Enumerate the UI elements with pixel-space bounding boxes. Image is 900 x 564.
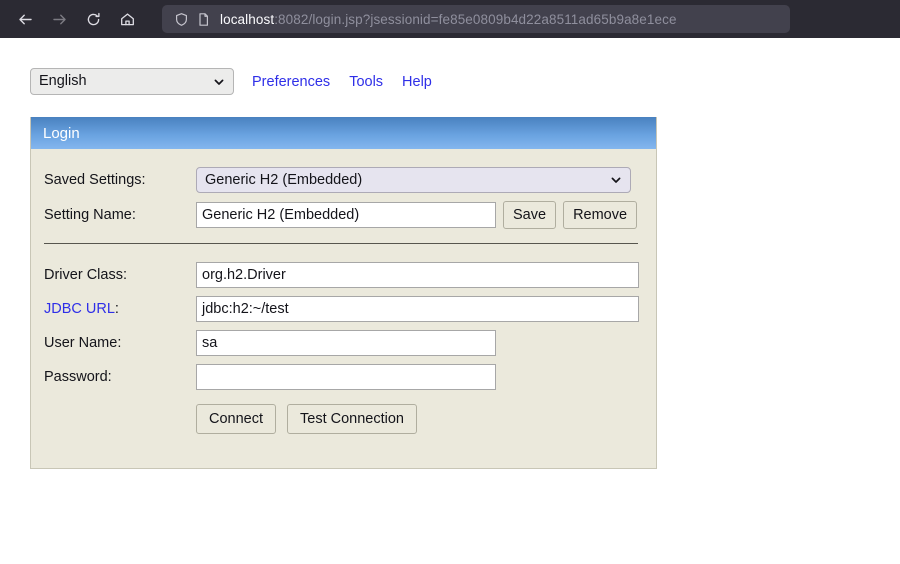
- jdbc-url-input[interactable]: jdbc:h2:~/test: [196, 296, 639, 322]
- password-input[interactable]: [196, 364, 496, 390]
- jdbc-url-link[interactable]: JDBC URL: [44, 301, 115, 317]
- browser-chrome: localhost:8082/login.jsp?jsessionid=fe85…: [0, 0, 900, 38]
- row-setting-name: Setting Name: Generic H2 (Embedded) Save…: [31, 201, 656, 229]
- link-help[interactable]: Help: [402, 74, 432, 90]
- arrow-left-icon: [17, 11, 34, 28]
- setting-name-input[interactable]: Generic H2 (Embedded): [196, 202, 496, 228]
- jdbc-url-label: JDBC URL:: [44, 301, 196, 317]
- page-title: Login: [43, 124, 80, 142]
- form-actions: Connect Test Connection: [31, 404, 656, 434]
- remove-button[interactable]: Remove: [563, 201, 638, 229]
- home-button[interactable]: [112, 4, 142, 34]
- url-bar[interactable]: localhost:8082/login.jsp?jsessionid=fe85…: [162, 5, 790, 33]
- saved-settings-value: Generic H2 (Embedded): [205, 172, 363, 188]
- browser-nav-buttons: [10, 4, 142, 34]
- driver-class-value: org.h2.Driver: [202, 267, 286, 283]
- form-divider: [44, 243, 638, 244]
- app-toolbar: English Preferences Tools Help: [30, 68, 432, 95]
- forward-button[interactable]: [44, 4, 74, 34]
- connect-button[interactable]: Connect: [196, 404, 277, 434]
- page-document-icon[interactable]: [194, 10, 212, 28]
- jdbc-url-value: jdbc:h2:~/test: [202, 301, 289, 317]
- setting-name-label: Setting Name:: [44, 207, 136, 223]
- saved-settings-label: Saved Settings:: [44, 172, 146, 188]
- language-select-value: English: [39, 73, 87, 90]
- language-select[interactable]: English: [30, 68, 234, 95]
- home-icon: [119, 11, 136, 28]
- toolbar-links: Preferences Tools Help: [252, 74, 432, 90]
- url-host: localhost: [220, 11, 275, 27]
- jdbc-url-label-colon: :: [114, 301, 119, 317]
- password-label: Password:: [44, 369, 112, 385]
- row-password: Password:: [31, 364, 656, 390]
- url-text[interactable]: localhost:8082/login.jsp?jsessionid=fe85…: [220, 12, 677, 27]
- row-jdbc-url: JDBC URL: jdbc:h2:~/test: [31, 296, 656, 322]
- reload-icon: [85, 11, 102, 28]
- link-tools[interactable]: Tools: [349, 74, 383, 90]
- login-panel: Login Saved Settings: Generic H2 (Embedd…: [30, 117, 657, 469]
- page-content: English Preferences Tools Help Login Sav…: [0, 38, 900, 564]
- test-connection-button[interactable]: Test Connection: [287, 404, 417, 434]
- login-form: Saved Settings: Generic H2 (Embedded) Se…: [31, 149, 656, 468]
- link-preferences[interactable]: Preferences: [252, 74, 330, 90]
- driver-class-input[interactable]: org.h2.Driver: [196, 262, 639, 288]
- arrow-right-icon: [51, 11, 68, 28]
- login-panel-header: Login: [31, 117, 656, 149]
- user-name-label: User Name:: [44, 335, 122, 351]
- chevron-down-icon: [213, 76, 225, 88]
- reload-button[interactable]: [78, 4, 108, 34]
- row-driver-class: Driver Class: org.h2.Driver: [31, 262, 656, 288]
- chevron-down-icon: [610, 174, 622, 186]
- user-name-input[interactable]: sa: [196, 330, 496, 356]
- back-button[interactable]: [10, 4, 40, 34]
- driver-class-label: Driver Class:: [44, 267, 127, 283]
- save-button[interactable]: Save: [503, 201, 557, 229]
- shield-icon[interactable]: [172, 10, 190, 28]
- user-name-value: sa: [202, 335, 218, 351]
- setting-name-value: Generic H2 (Embedded): [202, 207, 360, 223]
- saved-settings-select[interactable]: Generic H2 (Embedded): [196, 167, 631, 193]
- row-saved-settings: Saved Settings: Generic H2 (Embedded): [31, 167, 656, 193]
- row-user-name: User Name: sa: [31, 330, 656, 356]
- url-path: :8082/login.jsp?jsessionid=fe85e0809b4d2…: [274, 11, 677, 27]
